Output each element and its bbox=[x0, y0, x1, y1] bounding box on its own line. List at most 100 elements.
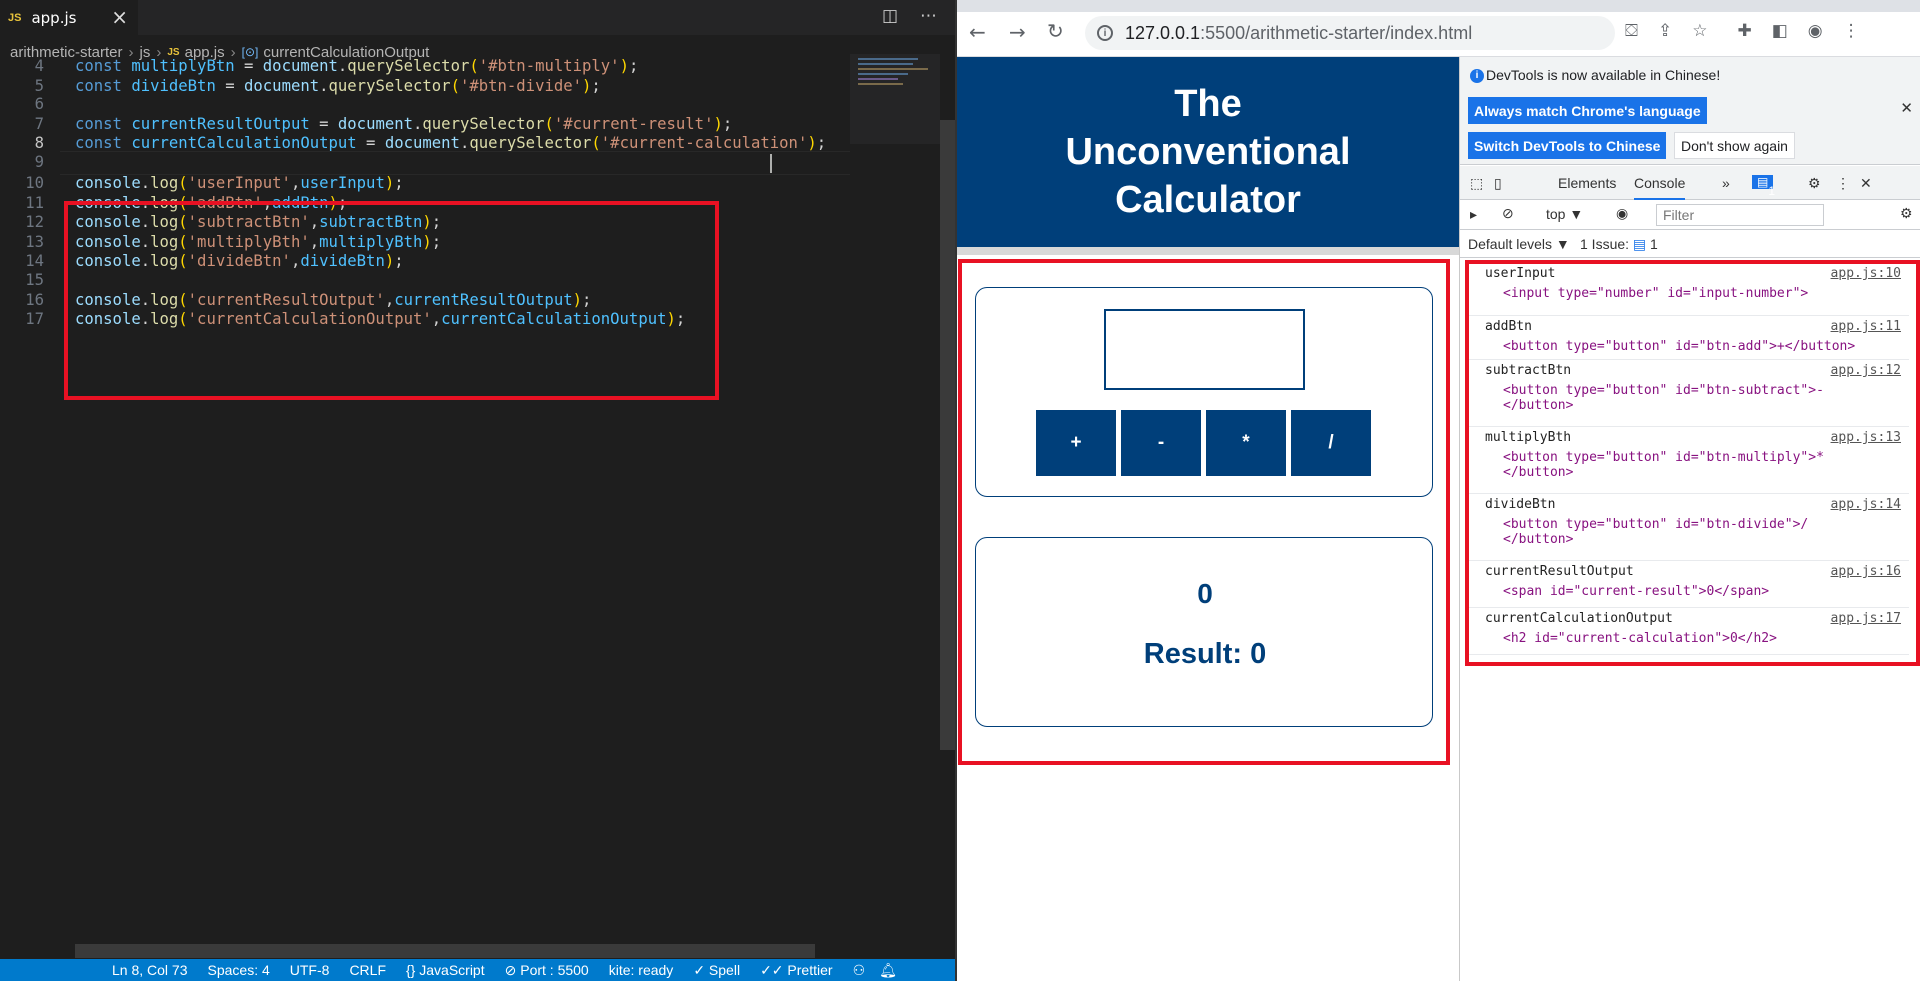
status-language[interactable]: {} JavaScript bbox=[406, 962, 485, 978]
sidebar-toggle-icon[interactable]: ▸ bbox=[1470, 206, 1477, 223]
calculator-controls-card: + - * / bbox=[975, 287, 1433, 497]
tab-label: app.js bbox=[31, 8, 77, 27]
text-cursor bbox=[770, 154, 772, 173]
code-token: . bbox=[140, 174, 151, 192]
status-cursor-position[interactable]: Ln 8, Col 73 bbox=[112, 962, 188, 978]
multiply-button[interactable]: * bbox=[1206, 410, 1286, 476]
devtools-panel: i DevTools is now available in Chinese! … bbox=[1459, 57, 1920, 981]
back-arrow-icon[interactable]: ← bbox=[969, 20, 986, 44]
highlight-box-console bbox=[1465, 260, 1920, 666]
address-bar[interactable]: i 127.0.0.1:5500/arithmetic-starter/inde… bbox=[1085, 16, 1615, 50]
code-token: ) bbox=[619, 57, 629, 75]
result-card: 0 Result: 0 bbox=[975, 537, 1433, 727]
divide-button[interactable]: / bbox=[1291, 410, 1371, 476]
chrome-menu-icon[interactable]: ⋮ bbox=[1843, 21, 1860, 41]
close-devtools-icon[interactable]: ✕ bbox=[1860, 175, 1872, 192]
code-token: , bbox=[290, 174, 301, 192]
issues-badge-count: 1 bbox=[1768, 184, 1776, 198]
status-live-server-port[interactable]: ⊘ Port : 5500 bbox=[505, 962, 589, 979]
status-spell[interactable]: ✓ Spell bbox=[693, 962, 740, 979]
highlight-box-console-logs bbox=[64, 201, 719, 400]
dont-show-again-button[interactable]: Don't show again bbox=[1674, 132, 1795, 159]
settings-gear-icon[interactable]: ⚙ bbox=[1808, 175, 1821, 192]
console-filter-input[interactable]: Filter bbox=[1656, 204, 1824, 226]
number-input[interactable] bbox=[1104, 309, 1305, 390]
web-page: The Unconventional Calculator + - * / 0 … bbox=[957, 57, 1459, 981]
status-indentation[interactable]: Spaces: 4 bbox=[208, 962, 270, 978]
code-token: ) bbox=[384, 174, 395, 192]
javascript-file-icon: JS bbox=[8, 11, 22, 24]
close-icon[interactable]: × bbox=[111, 5, 128, 29]
page-header: The Unconventional Calculator bbox=[957, 57, 1459, 247]
browser-tab-strip bbox=[957, 0, 1920, 12]
info-icon: i bbox=[1470, 69, 1484, 83]
subtract-button[interactable]: - bbox=[1121, 410, 1201, 476]
extensions-puzzle-icon[interactable]: ✚ bbox=[1737, 21, 1751, 41]
devtools-tab-bar: ⬚ ▯ Elements Console » ▤ 1 ⚙ ⋮ ✕ bbox=[1460, 166, 1920, 200]
forward-arrow-icon[interactable]: → bbox=[1009, 20, 1026, 44]
code-token: '#btn-multiply' bbox=[478, 57, 620, 75]
console-settings-gear-icon[interactable]: ⚙ bbox=[1900, 205, 1913, 222]
code-token: ; bbox=[628, 57, 639, 75]
log-levels-dropdown[interactable]: Default levels ▼ bbox=[1468, 236, 1570, 252]
bookmark-star-icon[interactable]: ☆ bbox=[1692, 21, 1707, 41]
horizontal-scrollbar[interactable] bbox=[75, 944, 815, 958]
add-button[interactable]: + bbox=[1036, 410, 1116, 476]
issues-badge[interactable]: ▤ 1 bbox=[1752, 175, 1775, 198]
code-token: querySelector bbox=[347, 57, 470, 75]
tab-console[interactable]: Console bbox=[1634, 175, 1686, 200]
inspect-element-icon[interactable]: ⬚ bbox=[1470, 175, 1483, 192]
issues-label: 1 Issue: bbox=[1580, 236, 1630, 252]
feedback-icon[interactable]: ⚇ bbox=[853, 962, 866, 979]
match-chrome-language-button[interactable]: Always match Chrome's language bbox=[1468, 97, 1707, 124]
translate-icon[interactable]: ⛋ bbox=[1625, 21, 1638, 41]
code-token: const bbox=[75, 57, 132, 75]
tab-elements[interactable]: Elements bbox=[1558, 175, 1616, 191]
profile-avatar-icon[interactable]: ◉ bbox=[1808, 21, 1823, 41]
code-token: console bbox=[75, 174, 141, 192]
page-title: The Unconventional Calculator bbox=[1065, 83, 1351, 221]
chrome-window: ← → ↻ i 127.0.0.1:5500/arithmetic-starte… bbox=[957, 0, 1920, 981]
vscode-window: JS app.js × ◫ ⋯ arithmetic-starter › js › … bbox=[0, 0, 955, 981]
current-result: Result: 0 bbox=[1143, 638, 1267, 670]
status-kite[interactable]: kite: ready bbox=[609, 962, 674, 978]
url-host: 127.0.0.1 bbox=[1125, 22, 1201, 43]
device-toolbar-icon[interactable]: ▯ bbox=[1494, 175, 1502, 192]
code-token: document bbox=[262, 57, 338, 75]
switch-to-chinese-button[interactable]: Switch DevTools to Chinese bbox=[1468, 132, 1667, 159]
code-editor[interactable]: 4 const multiplyBtn = document.querySelec… bbox=[0, 54, 850, 944]
reload-icon[interactable]: ↻ bbox=[1047, 19, 1064, 43]
devtools-menu-icon[interactable]: ⋮ bbox=[1836, 175, 1850, 192]
code-token: log bbox=[150, 174, 179, 192]
status-encoding[interactable]: UTF-8 bbox=[290, 962, 330, 978]
side-panel-icon[interactable]: ◧ bbox=[1772, 21, 1788, 41]
issues-link[interactable]: 1 Issue: ▤ 1 bbox=[1580, 236, 1658, 253]
code-token: . bbox=[337, 57, 348, 75]
console-toolbar: ▸ ⊘ top ▼ ◉ Filter ⚙ bbox=[1460, 200, 1920, 230]
address-bar-actions: ⛋ ⇪ ☆ ✚ ◧ ◉ ⋮ bbox=[1625, 21, 1860, 41]
live-expression-eye-icon[interactable]: ◉ bbox=[1616, 205, 1628, 222]
notifications-bell-icon[interactable]: 🔔︎ bbox=[879, 962, 897, 979]
status-eol[interactable]: CRLF bbox=[349, 962, 386, 978]
devtools-language-infobar: i DevTools is now available in Chinese! … bbox=[1460, 57, 1920, 165]
editor-actions: ◫ ⋯ bbox=[882, 6, 937, 26]
browser-toolbar: ← → ↻ i 127.0.0.1:5500/arithmetic-starte… bbox=[957, 12, 1920, 57]
share-icon[interactable]: ⇪ bbox=[1658, 21, 1672, 41]
status-prettier[interactable]: ✓✓ Prettier bbox=[760, 962, 832, 979]
status-bar: Ln 8, Col 73 Spaces: 4 UTF-8 CRLF {} Jav… bbox=[0, 959, 955, 981]
more-tabs-icon[interactable]: » bbox=[1722, 175, 1730, 191]
tab-app-js[interactable]: JS app.js × bbox=[0, 0, 138, 35]
editor-tab-bar: JS app.js × ◫ ⋯ bbox=[0, 0, 955, 35]
close-infobar-icon[interactable]: ✕ bbox=[1900, 99, 1913, 117]
line-number: 17 bbox=[25, 310, 44, 328]
context-selector[interactable]: top ▼ bbox=[1546, 206, 1583, 222]
code-token: = bbox=[234, 57, 263, 75]
code-token: 'userInput' bbox=[187, 174, 291, 192]
issues-count: 1 bbox=[1650, 236, 1658, 252]
site-info-icon[interactable]: i bbox=[1097, 25, 1113, 41]
minimap[interactable] bbox=[850, 54, 942, 144]
split-editor-icon[interactable]: ◫ bbox=[882, 6, 898, 26]
more-actions-icon[interactable]: ⋯ bbox=[920, 6, 937, 26]
clear-console-icon[interactable]: ⊘ bbox=[1502, 205, 1514, 222]
vertical-scrollbar[interactable] bbox=[940, 120, 955, 750]
